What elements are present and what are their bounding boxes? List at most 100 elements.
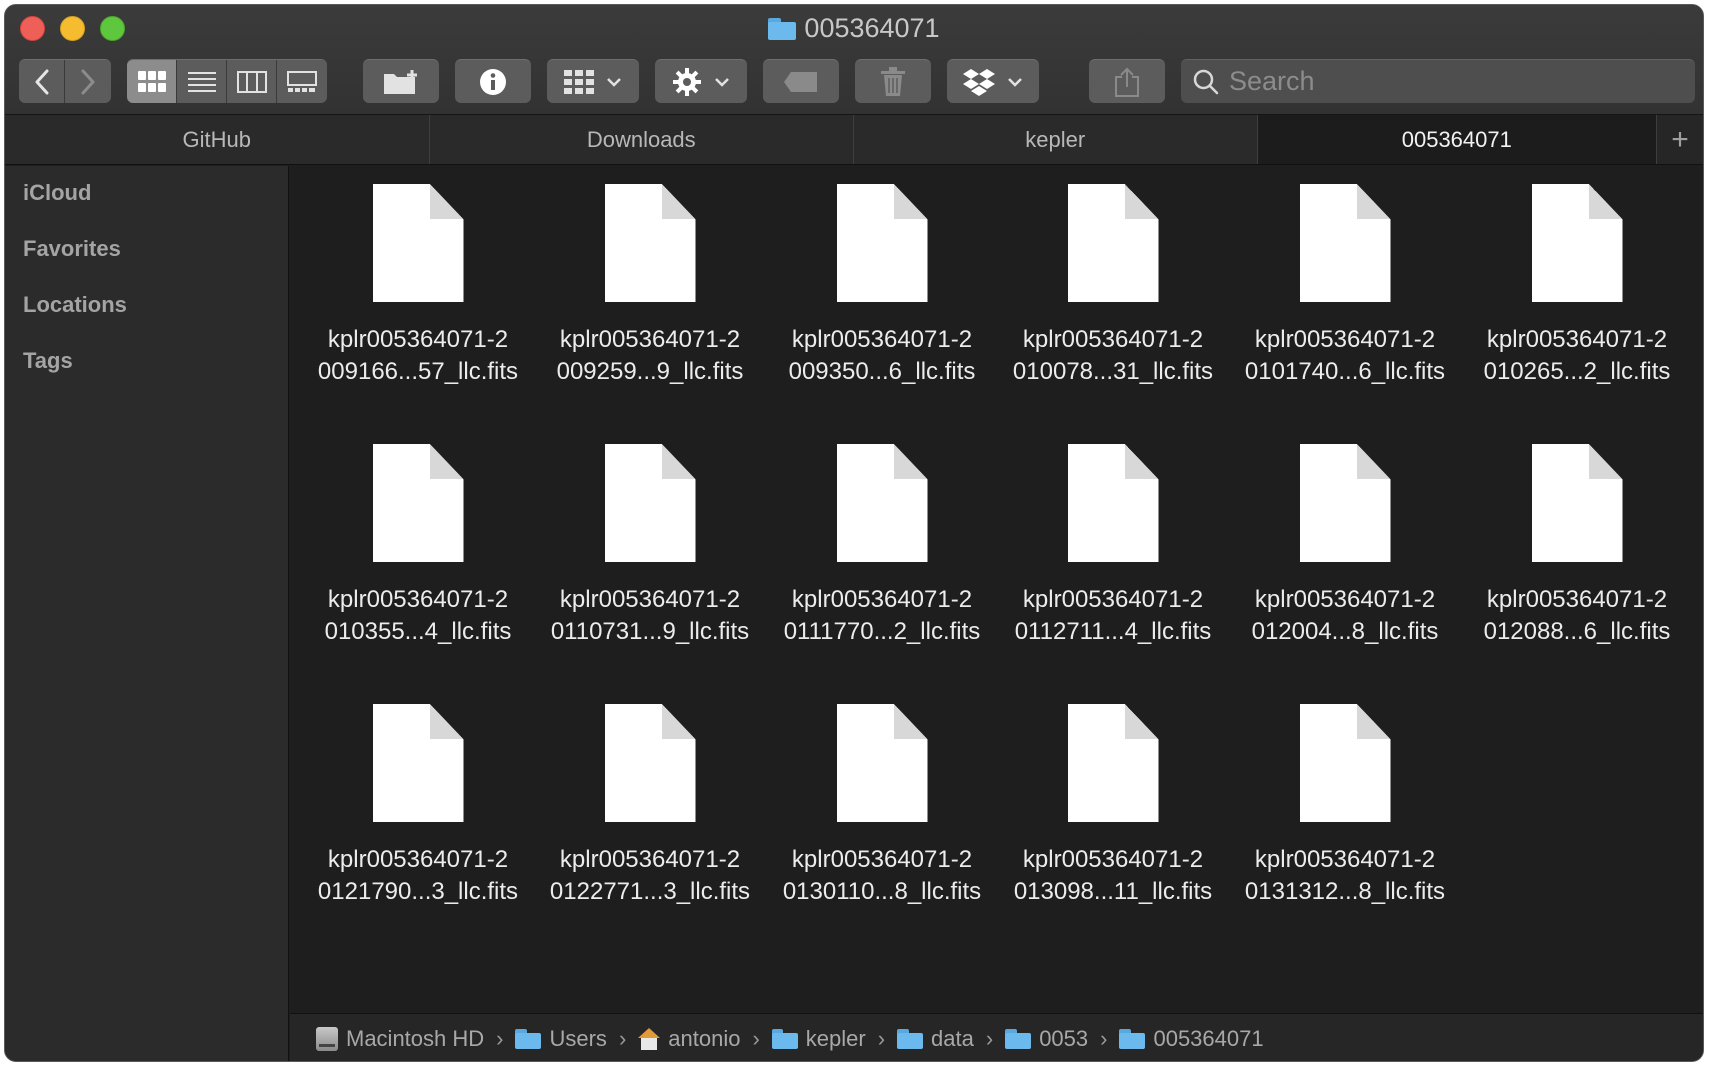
search-input[interactable] (1229, 66, 1669, 97)
file-item[interactable]: kplr005364071-2 0121790...3_llc.fits (313, 686, 523, 916)
file-name: kplr005364071-2 012004...8_llc.fits (1251, 586, 1439, 645)
document-icon (604, 184, 696, 302)
chevron-right-icon (81, 69, 95, 94)
file-item[interactable]: kplr005364071-2 013098...11_llc.fits (1008, 686, 1218, 916)
path-crumb-label: Users (549, 1025, 607, 1051)
title-bar: 005364071 (5, 5, 1703, 115)
tags-button[interactable] (763, 59, 839, 103)
sidebar-item-locations[interactable]: Locations (23, 292, 127, 318)
file-name: kplr005364071-2 012088...6_llc.fits (1483, 586, 1671, 645)
gallery-icon (287, 70, 317, 92)
file-item[interactable]: kplr005364071-2 010355...4_llc.fits (313, 426, 523, 656)
group-by-button[interactable] (547, 59, 639, 103)
path-bar: Macintosh HD › Users › antonio › kepler › data › 0… (290, 1013, 1703, 1061)
gallery-view-button[interactable] (277, 60, 327, 103)
file-name: kplr005364071-2 009259...9_llc.fits (556, 326, 744, 385)
tag-icon (784, 71, 817, 92)
forward-button[interactable] (65, 60, 111, 103)
path-crumb-label: 005364071 (1153, 1025, 1264, 1051)
file-item[interactable]: kplr005364071-2 012088...6_llc.fits (1472, 426, 1682, 656)
path-crumb[interactable]: 005364071 (1119, 1025, 1264, 1052)
file-item[interactable]: kplr005364071-2 0112711...4_llc.fits (1008, 426, 1218, 656)
file-name: kplr005364071-2 0112711...4_llc.fits (1014, 586, 1212, 645)
window-title-text: 005364071 (804, 13, 940, 43)
column-view-button[interactable] (227, 60, 277, 103)
document-icon (836, 184, 928, 302)
new-folder-icon (384, 69, 417, 94)
list-view-button[interactable] (177, 60, 227, 103)
back-button[interactable] (19, 60, 65, 103)
file-item[interactable]: kplr005364071-2 009350...6_llc.fits (777, 166, 987, 396)
file-name: kplr005364071-2 0121790...3_llc.fits (317, 846, 519, 905)
search-icon (1193, 69, 1219, 94)
path-crumb[interactable]: data (897, 1026, 974, 1052)
action-menu-button[interactable] (655, 59, 747, 103)
file-item[interactable]: kplr005364071-2 012004...8_llc.fits (1240, 426, 1450, 656)
file-item[interactable]: kplr005364071-2 0131312...8_llc.fits (1240, 686, 1450, 916)
sidebar-item-icloud[interactable]: iCloud (23, 180, 91, 206)
file-item[interactable]: kplr005364071-2 010078...31_llc.fits (1008, 166, 1218, 396)
group-grid-icon (564, 69, 594, 94)
document-icon (1531, 184, 1623, 302)
file-name: kplr005364071-2 0122771...3_llc.fits (549, 846, 751, 905)
tab-label: GitHub (182, 126, 251, 152)
file-item[interactable]: kplr005364071-2 0130110...8_llc.fits (777, 686, 987, 916)
path-crumb[interactable]: antonio (638, 1026, 740, 1052)
tab-downloads[interactable]: Downloads (429, 115, 854, 164)
file-item[interactable]: kplr005364071-2 009166...57_llc.fits (313, 166, 523, 396)
path-crumb[interactable]: Users (515, 1025, 607, 1052)
tab-label: kepler (1025, 126, 1086, 152)
path-separator: › (752, 1025, 760, 1051)
share-icon (1115, 67, 1139, 97)
dropbox-icon (963, 68, 995, 96)
file-name: kplr005364071-2 0130110...8_llc.fits (782, 846, 982, 905)
document-icon (1067, 704, 1159, 822)
file-item[interactable]: kplr005364071-2 0110731...9_llc.fits (545, 426, 755, 656)
gear-icon (673, 67, 701, 96)
path-crumb[interactable]: kepler (771, 1026, 866, 1052)
sidebar: iCloud Favorites Locations Tags (5, 166, 289, 1061)
document-icon (372, 444, 464, 562)
file-grid: kplr005364071-2 009166...57_llc.fits kplr0… (290, 166, 1703, 1013)
file-item[interactable]: kplr005364071-2 0101740...6_llc.fits (1240, 166, 1450, 396)
folder-icon (515, 1028, 542, 1049)
search-field[interactable] (1181, 59, 1695, 103)
path-crumb-label: data (931, 1025, 974, 1051)
document-icon (1299, 184, 1391, 302)
chevron-left-icon (35, 69, 48, 94)
path-crumb[interactable]: 0053 (1005, 1026, 1088, 1052)
tab-005364071[interactable]: 005364071 (1257, 115, 1658, 164)
file-item[interactable]: kplr005364071-2 0122771...3_llc.fits (545, 686, 755, 916)
path-crumb[interactable]: Macintosh HD (316, 1026, 484, 1052)
file-item[interactable]: kplr005364071-2 010265...2_llc.fits (1472, 166, 1682, 396)
file-name: kplr005364071-2 010355...4_llc.fits (324, 586, 512, 645)
new-tab-button[interactable]: + (1657, 115, 1703, 164)
path-separator: › (985, 1025, 994, 1051)
icon-view-button[interactable] (127, 60, 177, 103)
sidebar-item-tags[interactable]: Tags (23, 348, 73, 374)
document-icon (836, 444, 928, 562)
document-icon (1299, 444, 1391, 562)
new-folder-button[interactable] (363, 59, 439, 103)
get-info-button[interactable] (455, 59, 531, 103)
file-item[interactable]: kplr005364071-2 0111770...2_llc.fits (777, 426, 987, 656)
info-icon (480, 68, 506, 95)
tab-github[interactable]: GitHub (5, 115, 430, 164)
folder-icon (768, 17, 797, 40)
document-icon (604, 444, 696, 562)
folder-icon (897, 1028, 924, 1049)
share-button[interactable] (1089, 59, 1165, 103)
icon-grid-icon (137, 70, 166, 92)
tab-label: 005364071 (1401, 126, 1512, 152)
path-separator: › (618, 1025, 627, 1051)
dropbox-button[interactable] (947, 59, 1039, 103)
document-icon (372, 184, 464, 302)
delete-button[interactable] (855, 59, 931, 103)
tab-kepler[interactable]: kepler (854, 115, 1258, 164)
file-name: kplr005364071-2 0131312...8_llc.fits (1244, 846, 1446, 905)
file-item[interactable]: kplr005364071-2 009259...9_llc.fits (545, 166, 755, 396)
chevron-down-icon (1008, 77, 1022, 87)
document-icon (1067, 444, 1159, 562)
sidebar-item-favorites[interactable]: Favorites (23, 236, 121, 262)
hard-drive-icon (316, 1026, 338, 1051)
